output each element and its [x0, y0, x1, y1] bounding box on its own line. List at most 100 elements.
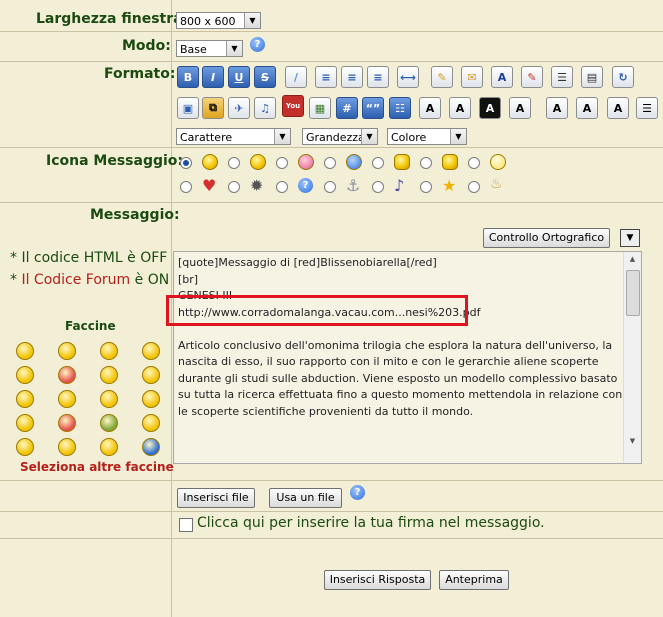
- preview-button[interactable]: Anteprima: [439, 570, 509, 590]
- italic-button[interactable]: I: [202, 66, 224, 88]
- forum-code-link[interactable]: Il Codice Forum: [21, 272, 130, 288]
- bold-button[interactable]: B: [177, 66, 199, 88]
- smiley-icon[interactable]: [16, 390, 34, 408]
- icon-radio-10[interactable]: [276, 181, 288, 193]
- icon-radio-2[interactable]: [228, 157, 240, 169]
- star-icon: ★: [442, 176, 457, 195]
- mode-label: Modo:: [122, 38, 171, 54]
- doc-b-icon[interactable]: A: [449, 97, 471, 119]
- color-select[interactable]: Colore ▼: [387, 128, 467, 145]
- insert-reply-button[interactable]: Inserisci Risposta: [324, 570, 431, 590]
- scroll-up-icon[interactable]: ▲: [624, 252, 641, 267]
- code-button[interactable]: #: [336, 97, 358, 119]
- smiley-icon[interactable]: [100, 342, 118, 360]
- icon-radio-3[interactable]: [276, 157, 288, 169]
- icon-radio-7[interactable]: [468, 157, 480, 169]
- music-icon[interactable]: ♫: [254, 97, 276, 119]
- strike-button[interactable]: S: [254, 66, 276, 88]
- smiley-icon[interactable]: [100, 438, 118, 456]
- smiley-icon[interactable]: [58, 366, 76, 384]
- bomb-icon: ✹: [250, 176, 264, 195]
- size-select[interactable]: Grandezza ▼: [302, 128, 378, 145]
- doc-g-icon[interactable]: A: [607, 97, 629, 119]
- icon-radio-8[interactable]: [180, 181, 192, 193]
- smiley-icon[interactable]: [16, 366, 34, 384]
- help-smiley-icon[interactable]: [142, 438, 160, 456]
- smiley-icon[interactable]: [58, 342, 76, 360]
- smiley-icon[interactable]: [100, 366, 118, 384]
- print-icon[interactable]: ▤: [581, 66, 603, 88]
- refresh-icon[interactable]: ↻: [612, 66, 634, 88]
- smiley-icon[interactable]: [58, 390, 76, 408]
- help-icon[interactable]: ?: [250, 37, 265, 52]
- smiley-icon[interactable]: [100, 414, 118, 432]
- scrollbar[interactable]: ▲ ▼: [623, 252, 641, 463]
- more-smileys-link[interactable]: Seleziona altre faccine: [20, 460, 174, 474]
- font-icon[interactable]: A: [491, 66, 513, 88]
- list-bullets-icon[interactable]: ☷: [389, 97, 411, 119]
- icon-radio-12[interactable]: [372, 181, 384, 193]
- smiley-icon[interactable]: [142, 390, 160, 408]
- underline-button[interactable]: U: [228, 66, 250, 88]
- smiley-icon[interactable]: [58, 414, 76, 432]
- smiley-icon[interactable]: [142, 342, 160, 360]
- doc-c-icon[interactable]: A: [479, 97, 501, 119]
- chevron-down-icon: ▼: [450, 129, 466, 144]
- horizontal-rule-icon[interactable]: ⟷: [397, 66, 419, 88]
- forum-state: ON: [147, 272, 170, 288]
- smiley-icon[interactable]: [142, 366, 160, 384]
- align-center-icon[interactable]: ≡: [341, 66, 363, 88]
- highlight-icon[interactable]: ✎: [521, 66, 543, 88]
- smiley-icon[interactable]: [16, 438, 34, 456]
- icon-radio-5[interactable]: [372, 157, 384, 169]
- italic-text-icon[interactable]: /: [285, 66, 307, 88]
- insert-file-button[interactable]: Inserisci file: [177, 488, 255, 508]
- icon-radio-14[interactable]: [468, 181, 480, 193]
- html-notice-prefix: * Il codice HTML è: [10, 250, 141, 266]
- quote-button[interactable]: “”: [362, 97, 384, 119]
- help-icon[interactable]: ?: [350, 485, 365, 500]
- icon-radio-11[interactable]: [324, 181, 336, 193]
- link-icon[interactable]: ✎: [431, 66, 453, 88]
- smiley-icon[interactable]: [142, 414, 160, 432]
- spellcheck-dropdown-icon[interactable]: ▼: [620, 229, 640, 247]
- signature-checkbox[interactable]: [179, 518, 193, 532]
- doc-e-icon[interactable]: A: [546, 97, 568, 119]
- list-icon[interactable]: ☰: [551, 66, 573, 88]
- size-value: Grandezza: [306, 131, 365, 144]
- scroll-thumb[interactable]: [626, 270, 640, 316]
- email-icon[interactable]: ✉: [461, 66, 483, 88]
- spellcheck-button[interactable]: Controllo Ortografico: [483, 228, 610, 248]
- copy-icon[interactable]: ⧉: [202, 97, 224, 119]
- doc-d-icon[interactable]: A: [509, 97, 531, 119]
- icon-radio-1[interactable]: [180, 157, 192, 169]
- cake-icon: ♨: [490, 176, 503, 192]
- mode-select[interactable]: Base ▼: [176, 40, 243, 57]
- message-text: [quote]Messaggio di [red]Blissenobiarell…: [178, 256, 623, 418]
- smiley-icon[interactable]: [58, 438, 76, 456]
- forum-notice-mid: è: [130, 272, 148, 288]
- doc-h-icon[interactable]: ☰: [636, 97, 658, 119]
- align-right-icon[interactable]: ≡: [367, 66, 389, 88]
- image-link-icon[interactable]: ▣: [177, 97, 199, 119]
- icon-radio-4[interactable]: [324, 157, 336, 169]
- scroll-down-icon[interactable]: ▼: [624, 434, 641, 449]
- icon-radio-6[interactable]: [420, 157, 432, 169]
- heart-icon: ♥: [202, 176, 217, 195]
- align-left-icon[interactable]: ≡: [315, 66, 337, 88]
- flash-icon[interactable]: ✈: [228, 97, 250, 119]
- doc-f-icon[interactable]: A: [576, 97, 598, 119]
- smiley-icon[interactable]: [16, 414, 34, 432]
- smiley-icon[interactable]: [16, 342, 34, 360]
- window-width-select[interactable]: 800 x 600 ▼: [176, 12, 261, 29]
- icon-radio-9[interactable]: [228, 181, 240, 193]
- icon-radio-13[interactable]: [420, 181, 432, 193]
- thumbs-down-icon: [394, 154, 410, 170]
- font-select[interactable]: Carattere ▼: [176, 128, 291, 145]
- smiley-icon[interactable]: [100, 390, 118, 408]
- youtube-icon[interactable]: You: [282, 95, 304, 117]
- message-textarea[interactable]: [quote]Messaggio di [red]Blissenobiarell…: [173, 251, 642, 464]
- use-file-button[interactable]: Usa un file: [269, 488, 342, 508]
- picture-icon[interactable]: ▦: [309, 97, 331, 119]
- doc-a-icon[interactable]: A: [419, 97, 441, 119]
